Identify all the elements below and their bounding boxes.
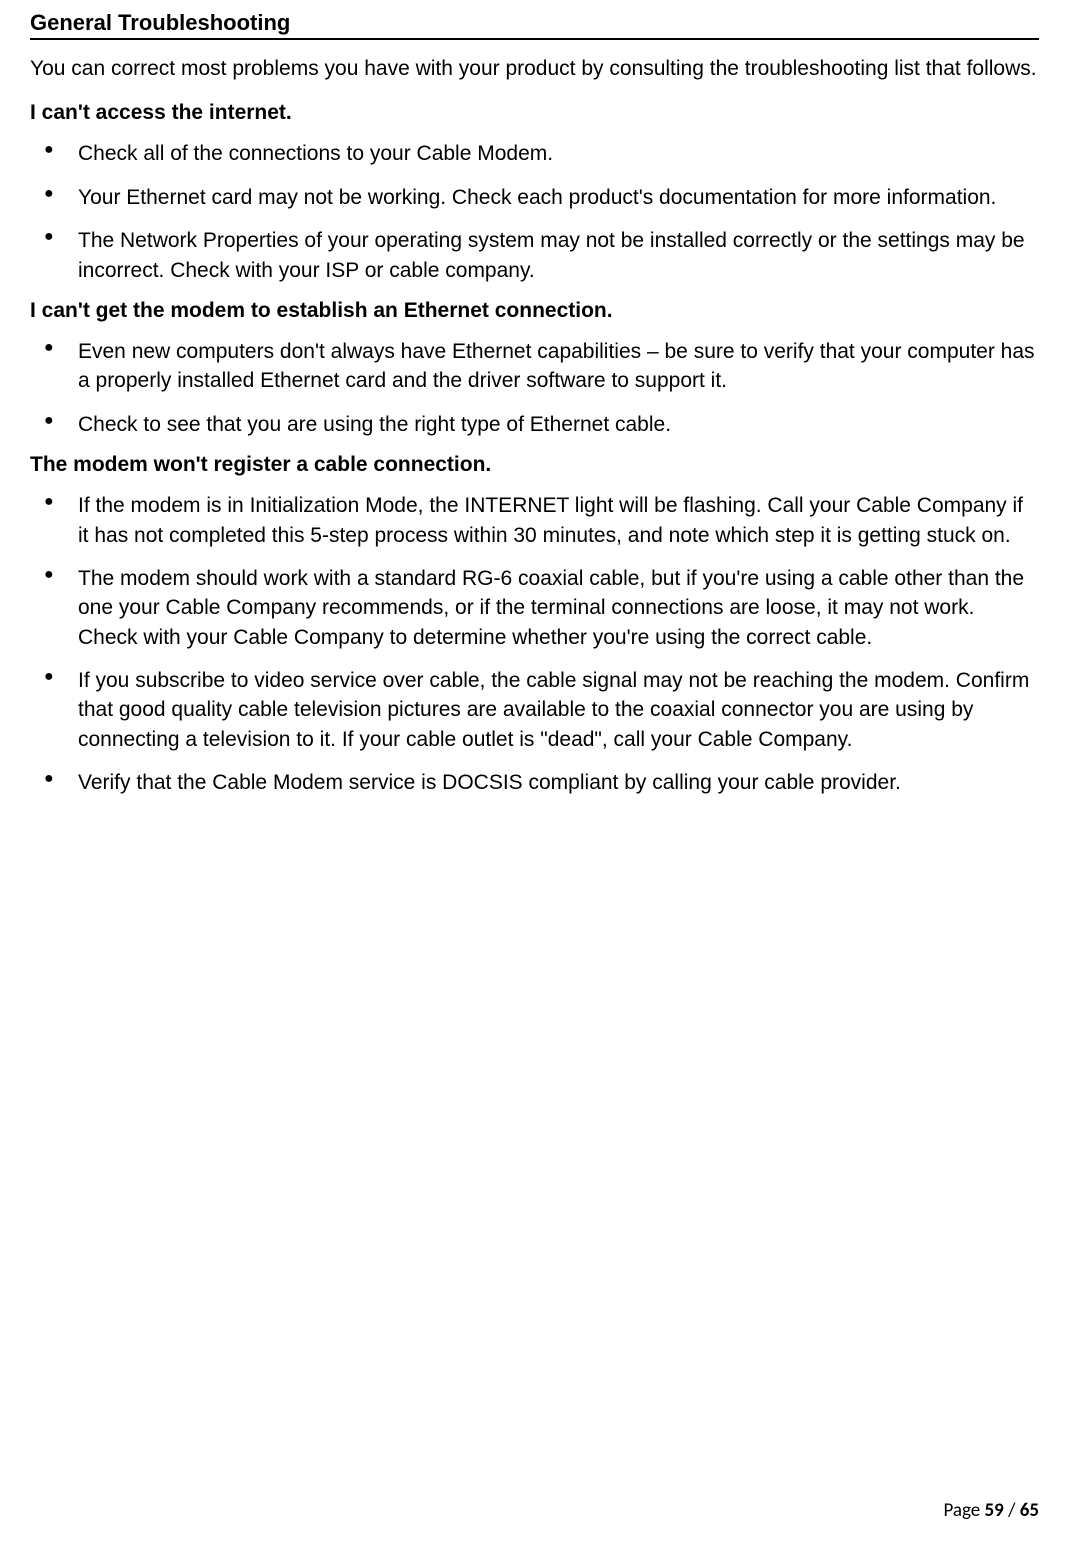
section-list-1: Even new computers don't always have Eth… — [30, 337, 1039, 439]
page-footer: Page 59 / 65 — [943, 1499, 1039, 1522]
section-title-0: I can't access the internet. — [30, 101, 1039, 125]
intro-text: You can correct most problems you have w… — [30, 54, 1039, 83]
section-title-2: The modem won't register a cable connect… — [30, 453, 1039, 477]
page-label: Page — [943, 1499, 984, 1522]
page-total: 65 — [1020, 1499, 1039, 1522]
page-sep: / — [1004, 1499, 1020, 1522]
section-title-1: I can't get the modem to establish an Et… — [30, 299, 1039, 323]
list-item: If the modem is in Initialization Mode, … — [30, 491, 1039, 550]
page-heading: General Troubleshooting — [30, 10, 1039, 40]
list-item: Check all of the connections to your Cab… — [30, 139, 1039, 168]
page-current: 59 — [985, 1499, 1004, 1522]
list-item: The Network Properties of your operating… — [30, 226, 1039, 285]
list-item: Your Ethernet card may not be working. C… — [30, 183, 1039, 212]
section-list-0: Check all of the connections to your Cab… — [30, 139, 1039, 285]
list-item: The modem should work with a standard RG… — [30, 564, 1039, 652]
section-list-2: If the modem is in Initialization Mode, … — [30, 491, 1039, 798]
list-item: If you subscribe to video service over c… — [30, 666, 1039, 754]
list-item: Verify that the Cable Modem service is D… — [30, 768, 1039, 797]
list-item: Even new computers don't always have Eth… — [30, 337, 1039, 396]
list-item: Check to see that you are using the righ… — [30, 410, 1039, 439]
